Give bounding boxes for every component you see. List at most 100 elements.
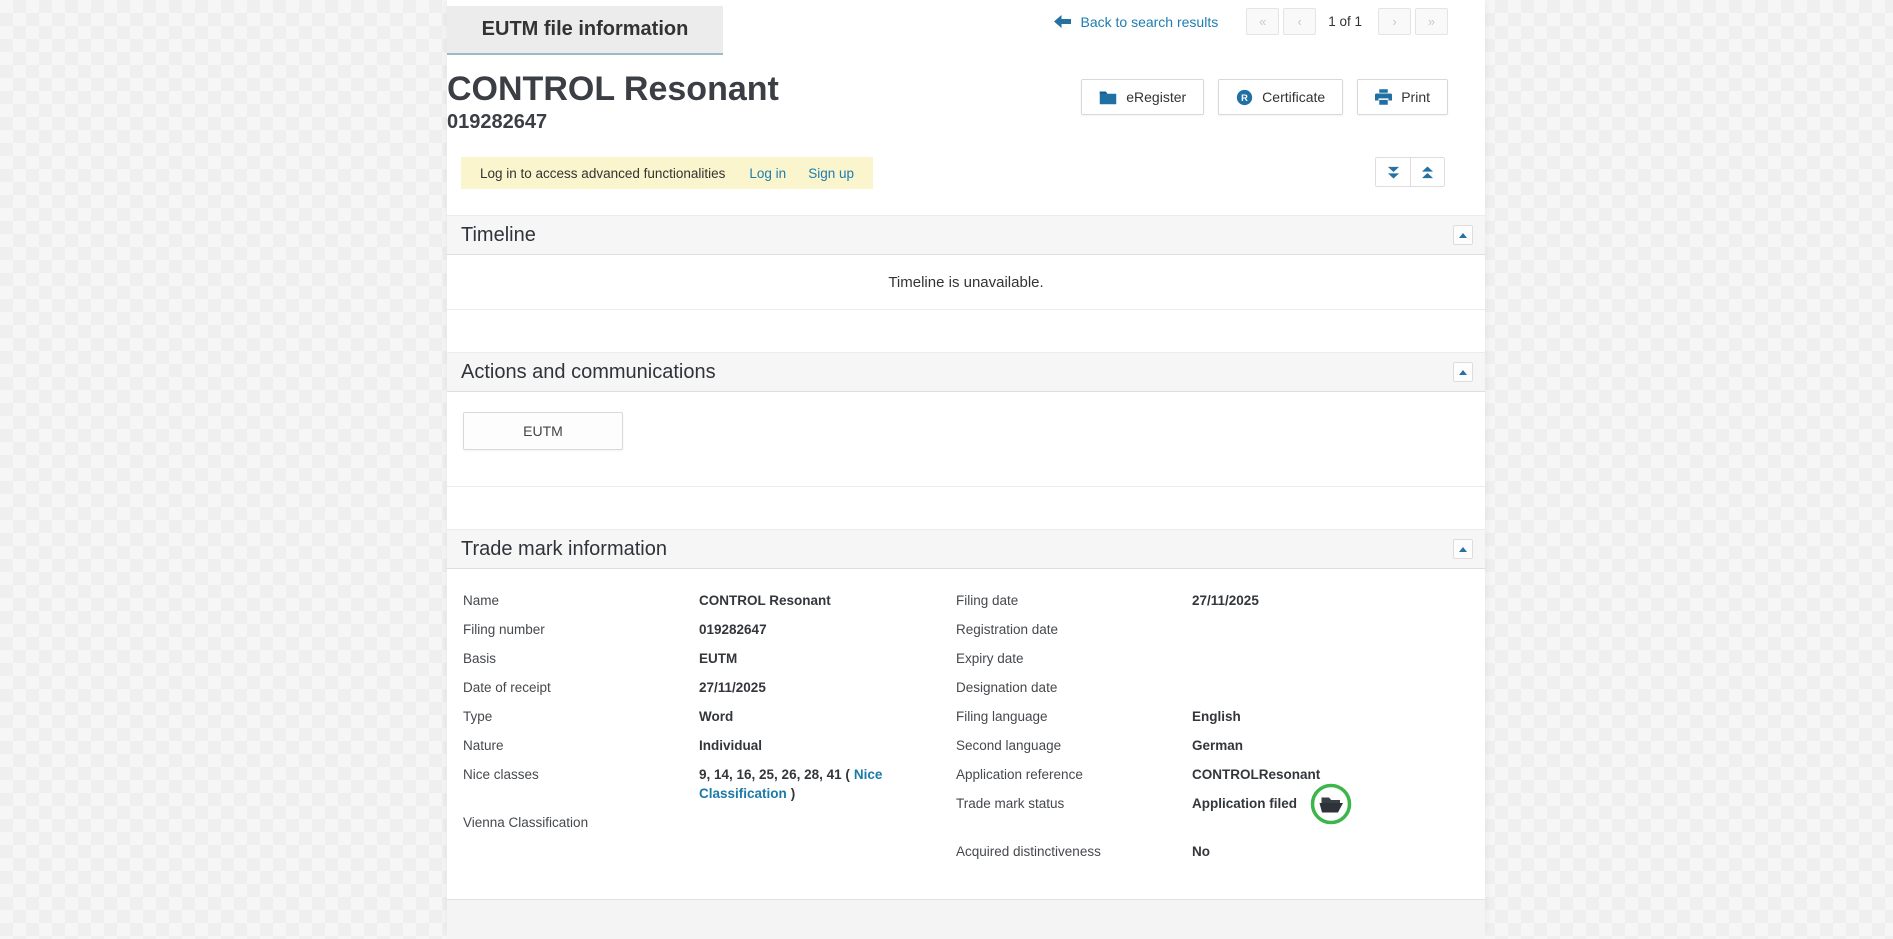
field-filing-date: Filing date 27/11/2025: [956, 591, 1469, 610]
field-label: Trade mark status: [956, 794, 1192, 813]
field-value: No: [1192, 842, 1210, 861]
certificate-button[interactable]: R Certificate: [1218, 79, 1343, 115]
printer-icon: [1375, 89, 1392, 105]
action-buttons: eRegister R Certificate Print: [1081, 79, 1448, 115]
next-section-header-partial[interactable]: [447, 899, 1485, 939]
field-value: 27/11/2025: [1192, 591, 1259, 610]
title-block: CONTROL Resonant 019282647: [447, 70, 779, 134]
print-button[interactable]: Print: [1357, 79, 1448, 115]
field-value: English: [1192, 707, 1241, 726]
field-label: Basis: [463, 649, 699, 668]
field-label: Name: [463, 591, 699, 610]
eutm-tab-button[interactable]: EUTM: [463, 412, 623, 450]
trademark-status-value: Application filed: [1192, 794, 1353, 813]
trademark-collapse-button[interactable]: [1453, 539, 1473, 559]
trademark-name-title: CONTROL Resonant: [447, 70, 779, 109]
trademark-left-column: Name CONTROL Resonant Filing number 0192…: [463, 591, 956, 899]
actions-collapse-button[interactable]: [1453, 362, 1473, 382]
status-text: Application filed: [1192, 794, 1297, 813]
field-filing-number: Filing number 019282647: [463, 620, 956, 639]
actions-section-header[interactable]: Actions and communications: [447, 352, 1485, 392]
field-label: Filing number: [463, 620, 699, 639]
back-link-label: Back to search results: [1080, 14, 1218, 30]
field-value: 019282647: [699, 620, 767, 639]
field-label: Registration date: [956, 620, 1192, 639]
collapse-all-button[interactable]: [1410, 157, 1445, 187]
trademark-body: Name CONTROL Resonant Filing number 0192…: [447, 569, 1485, 899]
section-spacer: [447, 487, 1485, 529]
timeline-collapse-button[interactable]: [1453, 225, 1473, 245]
chevron-up-icon: [1459, 233, 1467, 238]
field-type: Type Word: [463, 707, 956, 726]
chevron-up-icon: [1459, 370, 1467, 375]
folder-icon: [1099, 90, 1117, 105]
trademark-information-section: Trade mark information Name CONTROL Reso…: [447, 529, 1485, 899]
eregister-button[interactable]: eRegister: [1081, 79, 1204, 115]
field-vienna-classification: Vienna Classification: [463, 813, 956, 832]
field-label: Designation date: [956, 678, 1192, 697]
field-filing-language: Filing language English: [956, 707, 1469, 726]
actions-section-title: Actions and communications: [461, 361, 716, 384]
top-navigation: Back to search results « ‹ 1 of 1 › »: [1054, 8, 1448, 35]
pagination-prev-button[interactable]: ‹: [1283, 8, 1316, 35]
timeline-section: Timeline Timeline is unavailable.: [447, 215, 1485, 310]
signup-link[interactable]: Sign up: [808, 166, 854, 181]
nice-classes-value: 9, 14, 16, 25, 26, 28, 41 (Nice Classifi…: [699, 765, 929, 803]
field-value: German: [1192, 736, 1243, 755]
page-header-area: EUTM file information Back to search res…: [447, 0, 1485, 215]
login-link[interactable]: Log in: [749, 166, 786, 181]
field-value: 27/11/2025: [699, 678, 766, 697]
field-second-language: Second language German: [956, 736, 1469, 755]
field-expiry-date: Expiry date: [956, 649, 1469, 668]
field-basis: Basis EUTM: [463, 649, 956, 668]
filing-number-subtitle: 019282647: [447, 111, 779, 134]
field-application-reference: Application reference CONTROLResonant: [956, 765, 1469, 784]
timeline-section-title: Timeline: [461, 224, 536, 247]
double-chevron-up-icon: [1421, 166, 1434, 179]
field-label: Vienna Classification: [463, 813, 699, 832]
chevron-up-icon: [1459, 547, 1467, 552]
field-value: Individual: [699, 736, 762, 755]
field-value: EUTM: [699, 649, 737, 668]
field-label: Nice classes: [463, 765, 699, 803]
expand-all-button[interactable]: [1375, 157, 1410, 187]
eutm-file-page: EUTM file information Back to search res…: [447, 0, 1485, 931]
pagination-next-button[interactable]: ›: [1378, 8, 1411, 35]
svg-text:R: R: [1241, 92, 1248, 102]
field-label: Application reference: [956, 765, 1192, 784]
field-label: Filing language: [956, 707, 1192, 726]
trademark-section-title: Trade mark information: [461, 538, 667, 561]
field-date-of-receipt: Date of receipt 27/11/2025: [463, 678, 956, 697]
tab-label: EUTM file information: [482, 18, 689, 41]
trademark-section-header[interactable]: Trade mark information: [447, 529, 1485, 569]
field-name: Name CONTROL Resonant: [463, 591, 956, 610]
section-spacer: [447, 310, 1485, 352]
nice-classes-suffix: ): [791, 786, 796, 801]
field-nature: Nature Individual: [463, 736, 956, 755]
field-value: CONTROLResonant: [1192, 765, 1320, 784]
pagination: « ‹ 1 of 1 › »: [1242, 8, 1448, 35]
nice-classes-numbers: 9, 14, 16, 25, 26, 28, 41 (: [699, 767, 850, 782]
timeline-empty-message: Timeline is unavailable.: [888, 274, 1043, 291]
field-acquired-distinctiveness: Acquired distinctiveness No: [956, 842, 1469, 861]
eregister-label: eRegister: [1126, 89, 1186, 105]
field-label: Acquired distinctiveness: [956, 842, 1192, 861]
field-trademark-status: Trade mark status Application filed: [956, 794, 1469, 813]
timeline-section-header[interactable]: Timeline: [447, 215, 1485, 255]
field-label: Date of receipt: [463, 678, 699, 697]
field-designation-date: Designation date: [956, 678, 1469, 697]
field-value: Word: [699, 707, 733, 726]
trademark-right-column: Filing date 27/11/2025 Registration date…: [956, 591, 1469, 899]
pagination-last-button[interactable]: »: [1415, 8, 1448, 35]
field-label: Type: [463, 707, 699, 726]
tab-eutm-file-information[interactable]: EUTM file information: [447, 6, 723, 55]
back-to-search-results-link[interactable]: Back to search results: [1054, 14, 1218, 30]
login-banner: Log in to access advanced functionalitie…: [461, 157, 873, 189]
expand-collapse-controls: [1375, 157, 1445, 187]
certificate-label: Certificate: [1262, 89, 1325, 105]
double-chevron-down-icon: [1387, 166, 1400, 179]
application-filed-status-icon: [1309, 782, 1353, 826]
field-label: Expiry date: [956, 649, 1192, 668]
pagination-first-button[interactable]: «: [1246, 8, 1279, 35]
pagination-status: 1 of 1: [1328, 14, 1362, 29]
